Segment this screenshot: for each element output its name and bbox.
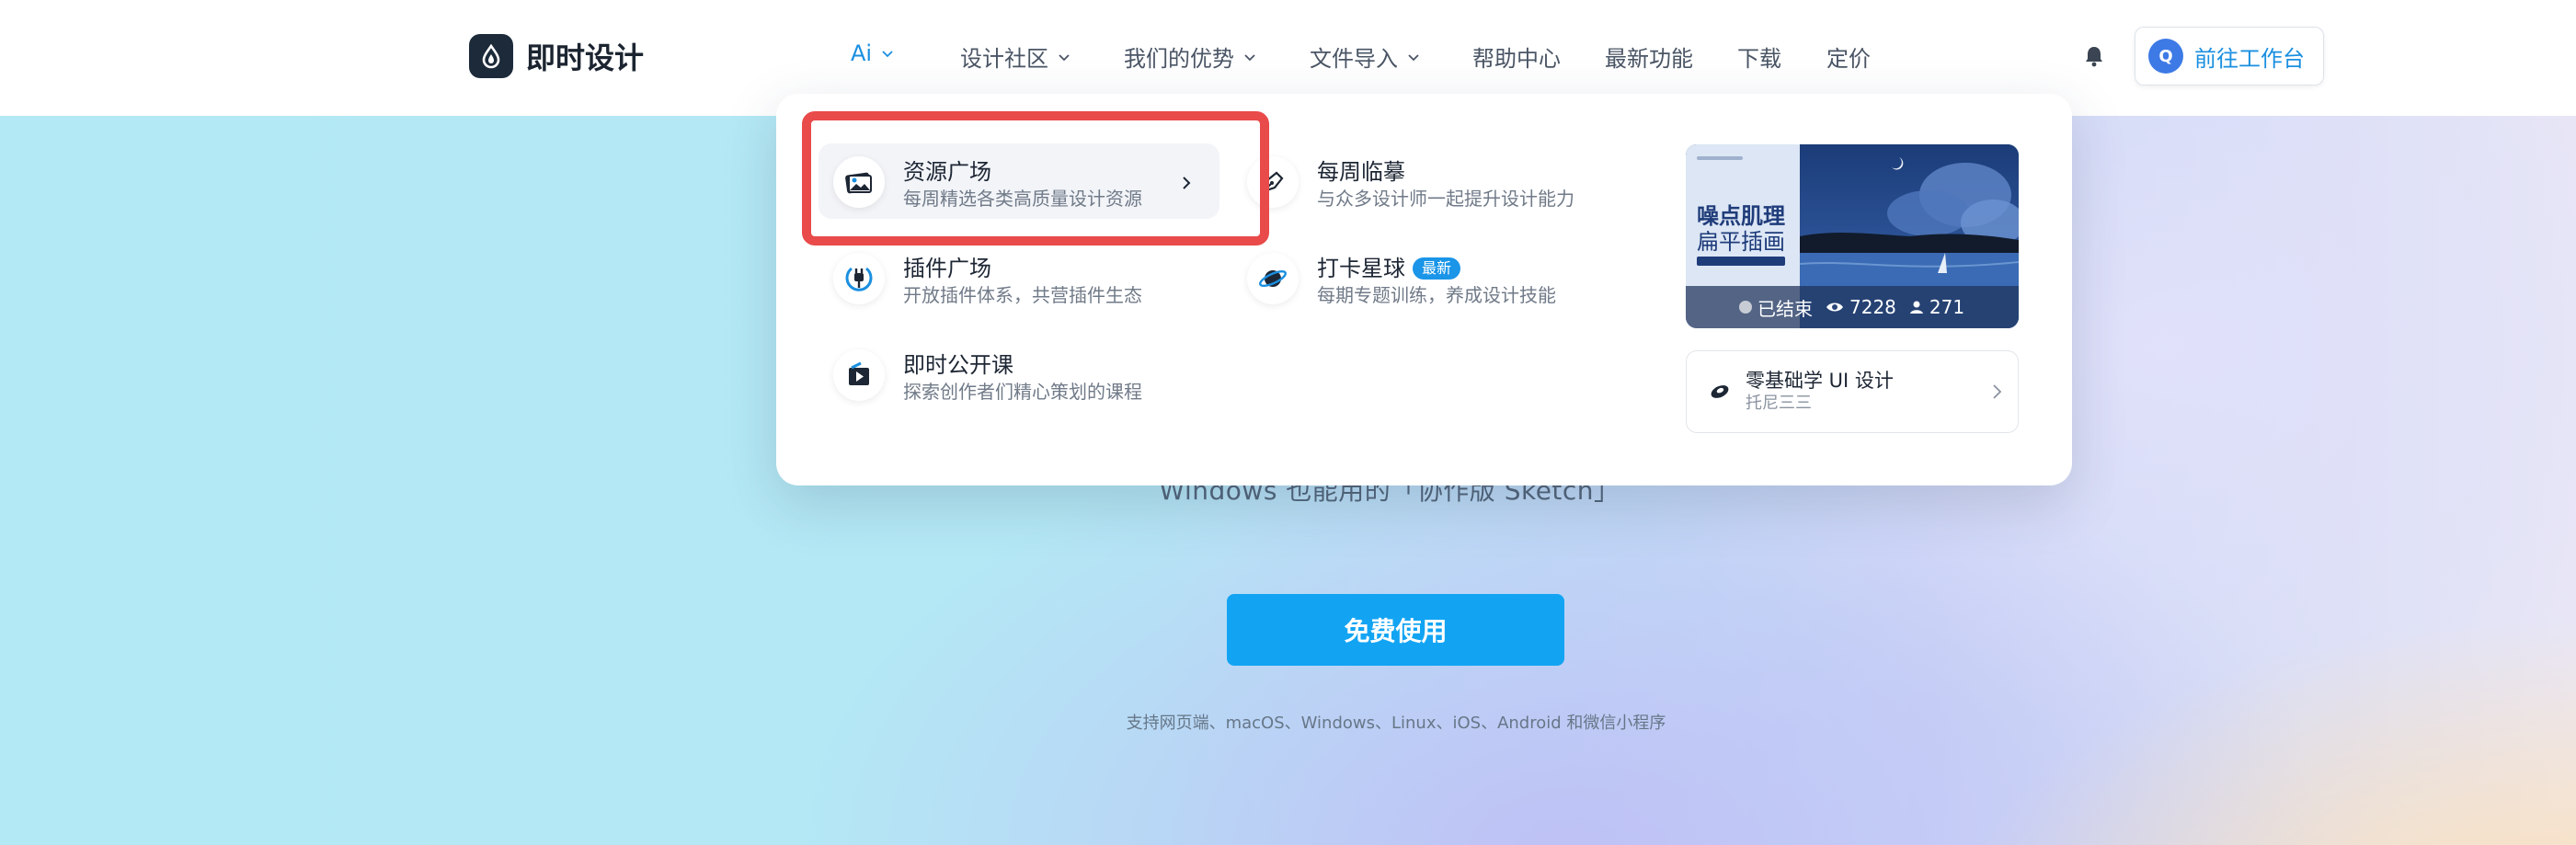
nav-file-import[interactable]: 文件导入	[1310, 40, 1422, 73]
logo-icon	[469, 34, 513, 78]
nav-new-features-label: 最新功能	[1605, 46, 1693, 72]
promo-status: 已结束	[1739, 294, 1813, 321]
nav-file-import-label: 文件导入	[1310, 46, 1398, 72]
menu-item-plugin-square[interactable]: 插件广场 开放插件体系，共营插件生态	[819, 240, 1219, 315]
menu-item-title: 即时公开课	[903, 352, 1013, 378]
menu-item-checkin-planet[interactable]: 打卡星球 最新 每期专题训练，养成设计技能	[1232, 240, 1637, 315]
chevron-down-icon	[882, 51, 893, 58]
course-card[interactable]: 零基础学 UI 设计 托尼三三	[1686, 350, 2019, 433]
nav-advantages-label: 我们的优势	[1124, 46, 1234, 72]
nav-help-center-label: 帮助中心	[1472, 46, 1561, 72]
go-to-workspace-button[interactable]: Q 前往工作台	[2135, 27, 2324, 86]
promo-title-line2: 扁平插画	[1697, 229, 1785, 255]
planet-icon	[1247, 253, 1299, 304]
new-badge: 最新	[1413, 257, 1461, 280]
menu-item-weekly-copy[interactable]: 每周临摹 与众多设计师一起提升设计能力	[1232, 143, 1637, 219]
chevron-down-icon	[1408, 53, 1419, 61]
promo-views: 7228	[1826, 296, 1896, 318]
course-title: 零基础学 UI 设计	[1746, 370, 1894, 392]
nav-advantages[interactable]: 我们的优势	[1124, 40, 1258, 73]
menu-item-desc: 与众多设计师一起提升设计能力	[1317, 188, 1574, 210]
status-dot-icon	[1739, 301, 1752, 314]
nav-download-label: 下载	[1737, 46, 1781, 72]
promo-strip	[1697, 257, 1785, 266]
nav-new-features[interactable]: 最新功能	[1605, 40, 1693, 73]
chevron-right-icon	[1993, 384, 2002, 399]
nav-ai[interactable]: Ai	[851, 40, 896, 66]
nav-help-center[interactable]: 帮助中心	[1472, 40, 1561, 73]
promo-status-label: 已结束	[1757, 297, 1813, 320]
menu-item-desc: 探索创作者们精心策划的课程	[903, 381, 1142, 403]
promo-participants: 271	[1909, 296, 1964, 318]
user-icon	[1909, 301, 1923, 314]
nav-pricing-label: 定价	[1826, 46, 1871, 72]
promo-participants-count: 271	[1929, 296, 1965, 318]
eye-icon	[1826, 303, 1843, 312]
nav-design-community[interactable]: 设计社区	[960, 40, 1072, 73]
menu-item-desc: 开放插件体系，共营插件生态	[903, 284, 1142, 306]
course-author: 托尼三三	[1746, 394, 1812, 413]
nav-ai-label: Ai	[851, 40, 873, 66]
logo-text: 即时设计	[526, 40, 645, 75]
promo-card[interactable]: 噪点肌理 扁平插画 已结束 7228 271	[1686, 144, 2019, 328]
menu-item-desc: 每期专题训练，养成设计技能	[1317, 284, 1556, 306]
menu-item-title: 插件广场	[903, 256, 991, 281]
menu-item-title: 每周临摹	[1317, 159, 1405, 185]
nav-design-community-label: 设计社区	[960, 46, 1048, 72]
avatar: Q	[2148, 39, 2183, 74]
nav-download[interactable]: 下载	[1737, 40, 1781, 73]
menu-item-title: 打卡星球 最新	[1317, 255, 1556, 282]
chevron-down-icon	[1059, 53, 1070, 61]
promo-decoration	[1697, 156, 1743, 160]
bell-icon[interactable]	[2080, 42, 2108, 70]
chevron-down-icon	[1244, 53, 1255, 61]
menu-item-title-text: 打卡星球	[1317, 256, 1405, 281]
logo[interactable]: 即时设计	[469, 34, 644, 78]
platforms-text: 支持网页端、macOS、Windows、Linux、iOS、Android 和微…	[1126, 714, 1666, 733]
workspace-label: 前往工作台	[2194, 45, 2305, 72]
course-logo-icon	[1711, 385, 1729, 398]
video-play-icon	[833, 349, 885, 401]
highlight-box	[802, 111, 1269, 246]
nav-pricing[interactable]: 定价	[1826, 40, 1871, 73]
promo-views-count: 7228	[1849, 296, 1896, 318]
free-use-button[interactable]: 免费使用	[1227, 594, 1564, 666]
plug-icon	[833, 253, 885, 304]
promo-footer: 已结束 7228 271	[1686, 286, 2019, 328]
menu-item-open-course[interactable]: 即时公开课 探索创作者们精心策划的课程	[819, 337, 1219, 412]
